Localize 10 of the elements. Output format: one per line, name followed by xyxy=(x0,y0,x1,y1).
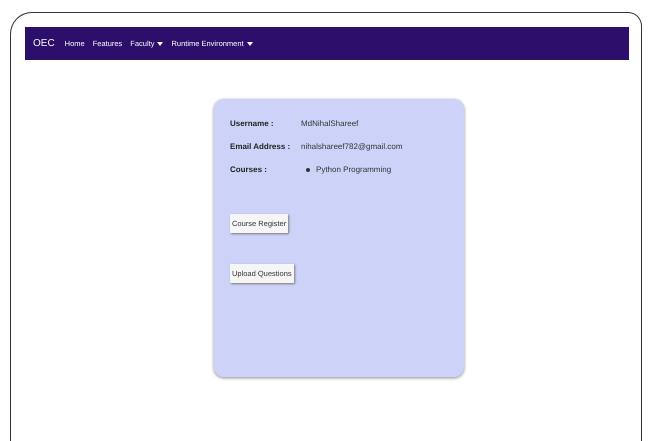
bullet-icon xyxy=(306,168,310,172)
caret-icon xyxy=(246,42,253,46)
field-value: MdNihalShareef xyxy=(301,119,358,128)
field-value: nihalshareef782@gmail.com xyxy=(301,142,403,151)
field-label: Username : xyxy=(230,119,275,128)
field-label: Courses : xyxy=(230,165,268,174)
caret-icon xyxy=(157,42,164,46)
field-label: Email Address : xyxy=(230,142,292,151)
course-item: Python Programming xyxy=(316,165,392,174)
brand-link[interactable]: OEC xyxy=(33,38,55,49)
